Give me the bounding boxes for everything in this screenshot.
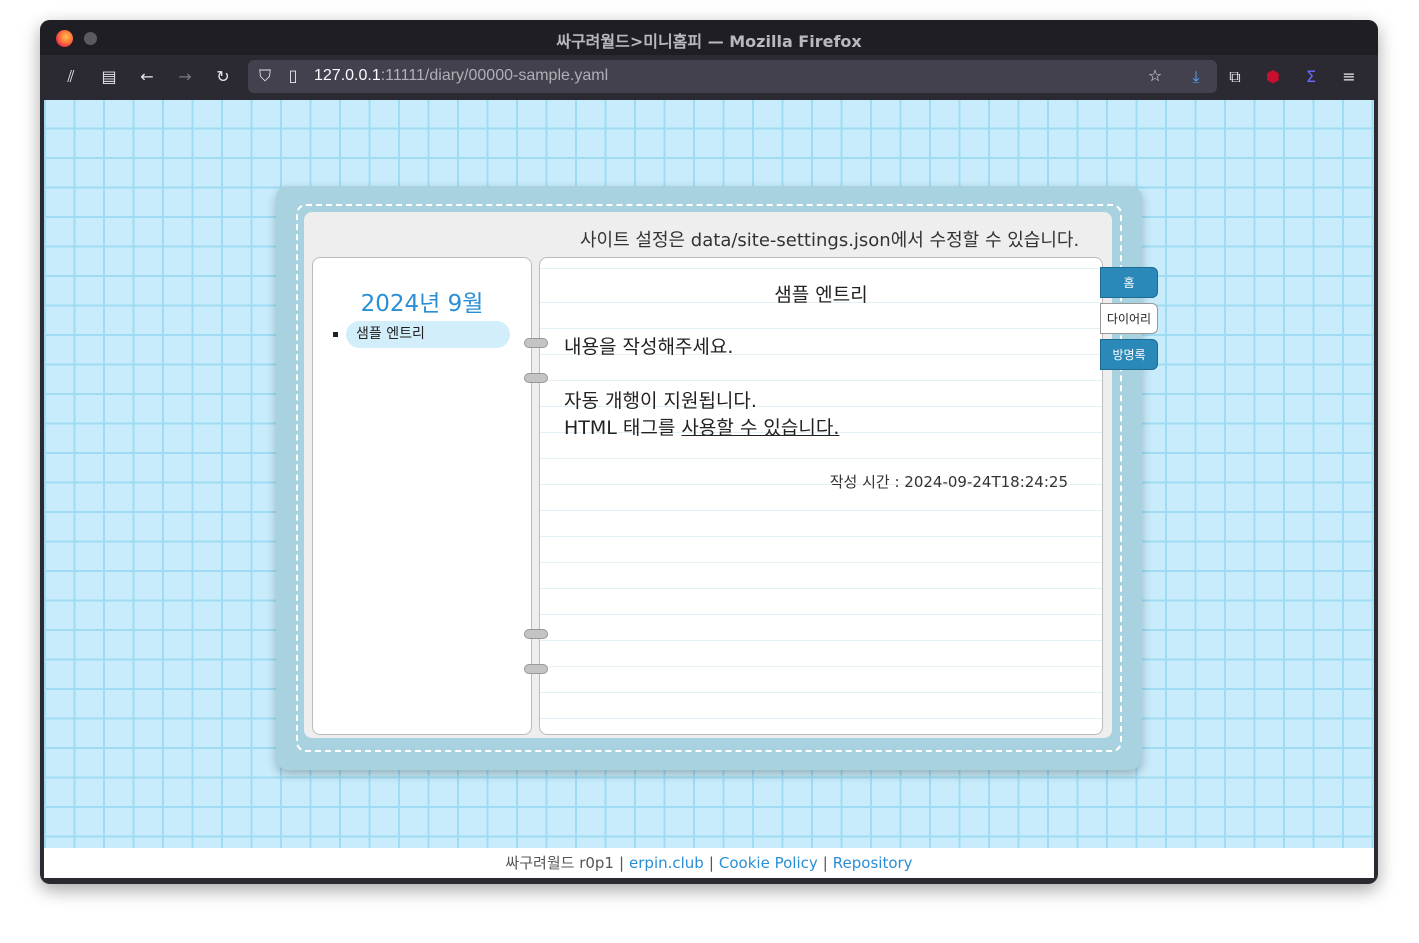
entry-line: HTML 태그를 사용할 수 있습니다. — [564, 415, 839, 442]
extensions-icon[interactable]: ⧉ — [1224, 66, 1246, 88]
window-title: 싸구려월드>미니홈피 — Mozilla Firefox — [556, 32, 862, 51]
entry-title: 샘플 엔트리 — [774, 284, 868, 306]
page-footer: 싸구려월드 r0p1 | erpin.club | Cookie Policy | Repo… — [44, 848, 1374, 878]
tab-guestbook[interactable]: 방명록 — [1100, 339, 1158, 370]
footer-link-erpin[interactable]: erpin.club — [629, 854, 704, 872]
page-icon: ▯ — [288, 66, 298, 85]
reader-view-icon[interactable]: ▤ — [98, 66, 120, 88]
entry-line: 자동 개행이 지원됩니다. — [564, 390, 757, 412]
entry-text: HTML 태그를 — [564, 417, 682, 439]
entry-line: 내용을 작성해주세요. — [564, 336, 734, 358]
list-item[interactable]: 샘플 엔트리 — [333, 321, 511, 348]
title-bar: 싸구려월드>미니홈피 — Mozilla Firefox — [40, 20, 1378, 55]
entry-body: 내용을 작성해주세요. 자동 개행이 지원됩니다. HTML 태그를 사용할 수… — [564, 334, 839, 442]
diary-entry-page: 샘플 엔트리 내용을 작성해주세요. 자동 개행이 지원됩니다. HTML 태그… — [539, 257, 1103, 735]
tab-diary[interactable]: 다이어리 — [1100, 303, 1158, 334]
sigma-extension-icon[interactable]: Σ — [1300, 66, 1322, 88]
footer-link-repository[interactable]: Repository — [833, 854, 913, 872]
shield-icon[interactable]: ⛉ — [254, 65, 276, 87]
menu-icon[interactable]: ≡ — [1338, 66, 1360, 88]
diary-book: 사이트 설정은 data/site-settings.json에서 수정할 수 … — [276, 186, 1158, 770]
bookmark-star-icon[interactable]: ☆ — [1144, 65, 1166, 87]
sidebar-icon[interactable]: ⫽ — [60, 66, 82, 88]
footer-separator: | — [708, 854, 714, 872]
url-bar[interactable]: ⛉ ▯ 127.0.0.1:11111/diary/00000-sample.y… — [248, 60, 1217, 93]
binder-ring — [524, 629, 548, 639]
tab-home[interactable]: 홈 — [1100, 267, 1158, 298]
bullet — [333, 332, 338, 337]
url-text[interactable]: 127.0.0.1:11111/diary/00000-sample.yaml — [314, 67, 608, 85]
site-settings-note: 사이트 설정은 data/site-settings.json에서 수정할 수 … — [580, 230, 1080, 251]
binder-ring — [524, 664, 548, 674]
footer-separator: | — [618, 854, 625, 872]
footer-separator: | — [822, 854, 828, 872]
ruled-lines — [560, 258, 1082, 734]
footer-link-cookie-policy[interactable]: Cookie Policy — [719, 854, 818, 872]
entry-timestamp: 작성 시간 : 2024-09-24T18:24:25 — [829, 473, 1068, 491]
book-inner: 사이트 설정은 data/site-settings.json에서 수정할 수 … — [304, 212, 1112, 738]
ublock-icon[interactable]: ⬢ — [1262, 66, 1284, 88]
entry-link[interactable]: 샘플 엔트리 — [346, 321, 510, 348]
url-path: :11111/diary/00000-sample.yaml — [380, 67, 609, 84]
reload-icon[interactable]: ↻ — [212, 66, 234, 88]
underlined-text: 사용할 수 있습니다. — [681, 417, 840, 439]
footer-brand: 싸구려월드 r0p1 — [505, 854, 614, 872]
browser-toolbar: ⫽ ▤ ← → ↻ ⛉ ▯ 127.0.0.1:11111/diary/0000… — [40, 55, 1378, 99]
back-arrow-icon[interactable]: ← — [136, 66, 158, 88]
month-heading: 2024년 9월 — [360, 291, 484, 317]
download-icon[interactable]: ⤓ — [1185, 66, 1207, 88]
binder-ring — [524, 338, 548, 348]
binder-ring — [524, 373, 548, 383]
diary-index-page: 2024년 9월 샘플 엔트리 — [312, 257, 532, 735]
url-host: 127.0.0.1 — [314, 67, 381, 84]
forward-arrow-icon[interactable]: → — [174, 66, 196, 88]
page-content: 사이트 설정은 data/site-settings.json에서 수정할 수 … — [44, 100, 1374, 848]
browser-window: 싸구려월드>미니홈피 — Mozilla Firefox ⫽ ▤ ← → ↻ ⛉… — [40, 20, 1378, 884]
